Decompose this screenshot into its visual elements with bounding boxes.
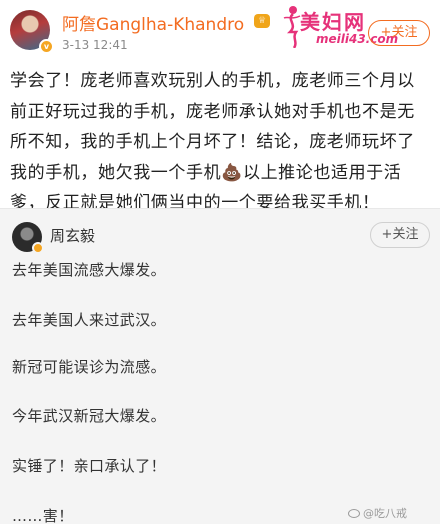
repost-line: 去年美国流感大爆发。: [12, 261, 167, 279]
weibo-watermark: @吃八戒: [348, 505, 407, 521]
follow-button[interactable]: +关注: [368, 20, 430, 46]
weibo-watermark-text: @吃八戒: [363, 507, 407, 520]
repost-line: ……害！: [12, 507, 74, 524]
verified-badge-icon: v: [39, 39, 54, 54]
repost-line: 实锤了！亲口承认了！: [12, 457, 167, 475]
repost-line: 今年武汉新冠大爆发。: [12, 407, 167, 425]
username[interactable]: 阿詹Ganglha-Khandro: [62, 10, 244, 35]
repost-card[interactable]: 周玄毅 +关注 去年美国流感大爆发。 去年美国人来过武汉。 新冠可能误诊为流感。…: [0, 209, 440, 524]
repost-line: 去年美国人来过武汉。: [12, 311, 167, 329]
post-header: v 阿詹Ganglha-Khandro ♕ 3-13 12:41 美妇网 mei…: [0, 0, 440, 62]
repost-follow-button[interactable]: +关注: [370, 222, 430, 248]
weibo-eye-icon: [348, 509, 360, 518]
avatar[interactable]: v: [10, 10, 54, 54]
repost-line: 新冠可能误诊为流感。: [12, 358, 167, 376]
post-text: 学会了！庞老师喜欢玩别人的手机，庞老师三个月以前正好玩过我的手机，庞老师承认她对…: [10, 71, 415, 213]
post-timestamp: 3-13 12:41: [62, 38, 128, 52]
medal-icon: ♕: [254, 14, 270, 28]
verified-badge-icon: [32, 242, 44, 254]
watermark-brand: 美妇网: [300, 10, 366, 34]
repost-username[interactable]: 周玄毅: [50, 225, 95, 246]
